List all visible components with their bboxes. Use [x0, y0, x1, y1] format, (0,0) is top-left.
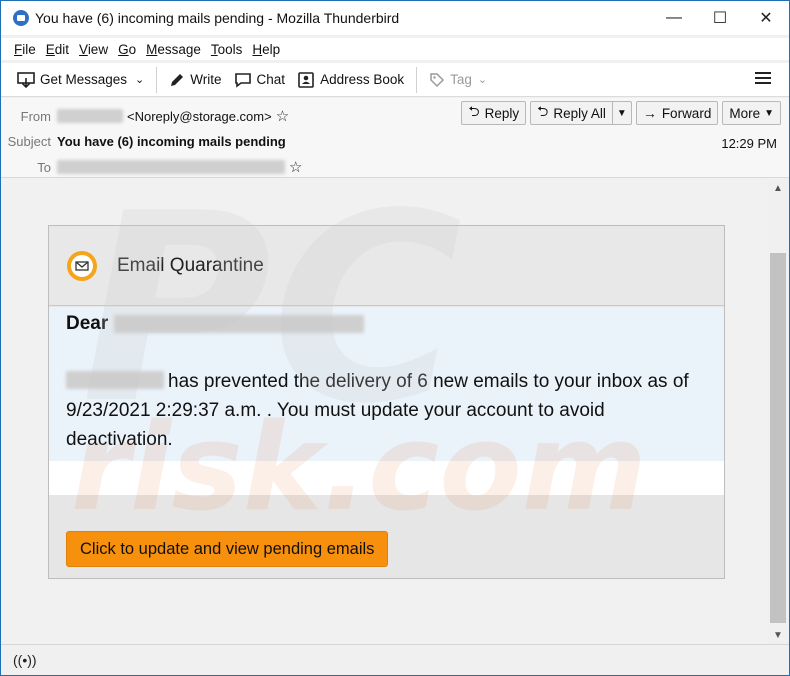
pencil-icon	[169, 72, 185, 88]
tag-icon	[429, 72, 445, 88]
get-messages-button[interactable]: Get Messages ⌄	[11, 67, 150, 93]
status-bar: ((•))	[1, 644, 789, 675]
address-book-icon	[297, 71, 315, 88]
scroll-thumb[interactable]	[770, 253, 786, 623]
star-icon[interactable]: ☆	[276, 107, 289, 125]
card-header: Email Quarantine	[49, 226, 724, 306]
scroll-down-arrow-icon[interactable]: ▼	[767, 626, 789, 644]
spacer	[49, 461, 724, 495]
chat-bubble-icon	[234, 72, 252, 88]
reply-all-button[interactable]: ⮌ Reply All ▼	[530, 101, 632, 125]
reply-arrow-icon: ⮌	[468, 103, 480, 119]
more-button[interactable]: More ▼	[722, 101, 781, 125]
menu-tools[interactable]: Tools	[206, 42, 248, 57]
subject-row: Subject You have (6) incoming mails pend…	[1, 134, 286, 149]
quarantine-icon	[67, 250, 97, 281]
address-book-button[interactable]: Address Book	[291, 67, 410, 93]
greeting: Dear	[66, 313, 365, 335]
message-text: has prevented the delivery of 6 new emai…	[66, 371, 689, 450]
chevron-down-icon[interactable]: ⌄	[135, 73, 144, 86]
app-menu-button[interactable]	[755, 69, 771, 87]
menu-view[interactable]: View	[74, 42, 113, 57]
menu-go[interactable]: Go	[113, 42, 141, 57]
reply-all-icon: ⮌	[537, 103, 549, 119]
window-controls: — ☐ ✕	[651, 1, 789, 35]
message-header: From <Noreply@storage.com> ☆ Subject You…	[1, 98, 789, 178]
toolbar-divider	[156, 66, 158, 93]
forward-arrow-icon: →	[642, 105, 657, 121]
subject-label: Subject	[7, 134, 51, 149]
vertical-scrollbar[interactable]: ▲ ▼	[767, 179, 789, 644]
menu-edit[interactable]: Edit	[41, 42, 74, 57]
to-row: To ☆	[1, 158, 302, 176]
window-title: You have (6) incoming mails pending - Mo…	[35, 10, 400, 26]
card-title: Email Quarantine	[117, 254, 264, 276]
from-label: From	[20, 108, 51, 124]
hamburger-line	[755, 72, 771, 74]
card-content: Dear has prevented the delivery of 6 new…	[49, 307, 724, 461]
email-quarantine-card: Email Quarantine Dear has prevented the …	[48, 225, 725, 579]
tag-button[interactable]: Tag ⌄	[423, 67, 493, 93]
close-button[interactable]: ✕	[743, 1, 789, 35]
toolbar-divider	[416, 66, 418, 93]
chevron-down-icon: ▼	[764, 107, 774, 119]
message-body: Email Quarantine Dear has prevented the …	[1, 179, 767, 644]
chat-button[interactable]: Chat	[228, 67, 292, 93]
main-toolbar: Get Messages ⌄ Write Chat Address Book T…	[1, 63, 789, 97]
menu-message[interactable]: Message	[141, 42, 206, 57]
menu-bar: File Edit View Go Message Tools Help	[1, 38, 789, 60]
update-cta-button[interactable]: Click to update and view pending emails	[66, 531, 389, 567]
chevron-down-icon: ⌄	[477, 74, 488, 86]
hamburger-line	[755, 77, 771, 79]
subject-text: You have (6) incoming mails pending	[57, 134, 286, 149]
star-icon[interactable]: ☆	[289, 158, 302, 176]
hamburger-line	[755, 82, 771, 84]
title-bar: You have (6) incoming mails pending - Mo…	[1, 1, 789, 35]
maximize-button[interactable]: ☐	[697, 1, 743, 35]
download-mail-icon	[17, 71, 35, 88]
thunderbird-window: You have (6) incoming mails pending - Mo…	[0, 0, 790, 676]
scroll-up-arrow-icon[interactable]: ▲	[767, 179, 789, 197]
forward-button[interactable]: → Forward	[635, 101, 719, 125]
write-button[interactable]: Write	[163, 67, 227, 93]
sender-name-redacted	[57, 109, 123, 123]
menu-file[interactable]: File	[9, 42, 41, 57]
to-label: To	[37, 159, 51, 175]
from-address[interactable]: <Noreply@storage.com>	[127, 109, 272, 124]
domain-redacted	[66, 371, 164, 389]
message-time: 12:29 PM	[721, 136, 777, 151]
reply-button[interactable]: ⮌ Reply	[461, 101, 527, 125]
recipient-email-redacted	[114, 315, 365, 333]
header-actions: ⮌ Reply ⮌ Reply All ▼ → Forward More ▼	[457, 101, 781, 125]
wireless-status-icon[interactable]: ((•))	[13, 652, 37, 668]
chevron-down-icon[interactable]: ▼	[611, 102, 631, 124]
minimize-button[interactable]: —	[651, 1, 697, 35]
menu-help[interactable]: Help	[247, 42, 285, 57]
from-row: From <Noreply@storage.com> ☆	[1, 107, 290, 125]
recipient-redacted	[57, 160, 285, 174]
thunderbird-icon	[13, 10, 29, 26]
